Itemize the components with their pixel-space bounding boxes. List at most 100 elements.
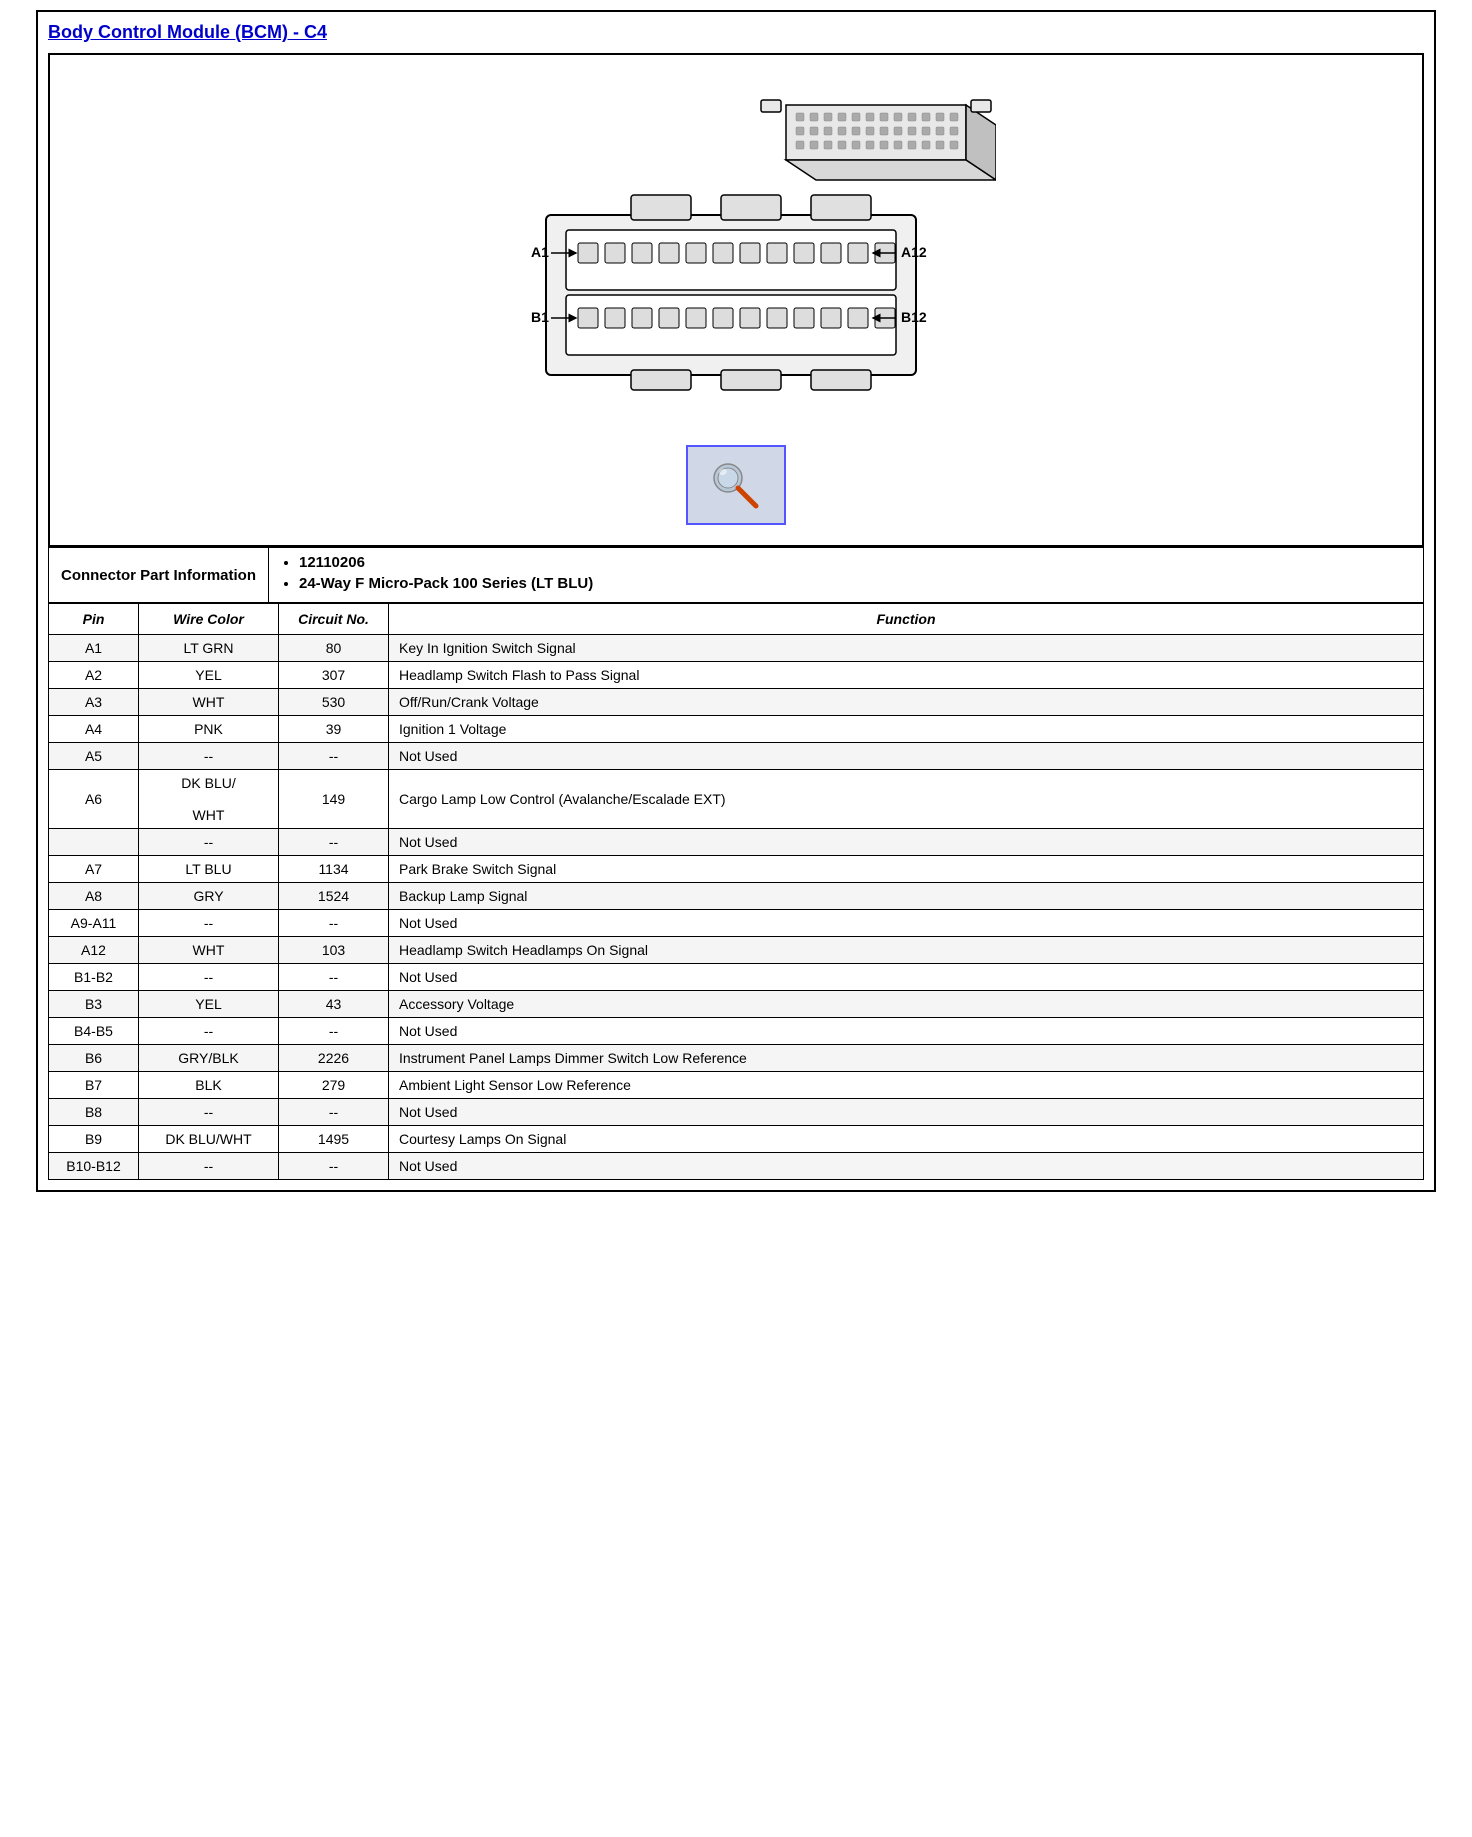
function-cell: Instrument Panel Lamps Dimmer Switch Low… (389, 1045, 1424, 1072)
table-row: A3 WHT 530 Off/Run/Crank Voltage (49, 689, 1424, 716)
pin-cell: A5 (49, 743, 139, 770)
pin-cell: A4 (49, 716, 139, 743)
header-circuit-no: Circuit No. (279, 604, 389, 635)
pin-table: Pin Wire Color Circuit No. Function A1 L… (48, 603, 1424, 1180)
pin-cell: A9-A11 (49, 910, 139, 937)
table-row: B10-B12 -- -- Not Used (49, 1153, 1424, 1180)
wire-color-cell: DK BLU/ WHT (139, 770, 279, 829)
function-cell: Ignition 1 Voltage (389, 716, 1424, 743)
pin-cell: A8 (49, 883, 139, 910)
circuit-no-cell: 2226 (279, 1045, 389, 1072)
circuit-no-cell: 103 (279, 937, 389, 964)
pin-cell: B10-B12 (49, 1153, 139, 1180)
table-row: A6 DK BLU/ WHT 149 Cargo Lamp Low Contro… (49, 770, 1424, 829)
function-cell: Not Used (389, 829, 1424, 856)
table-row: A7 LT BLU 1134 Park Brake Switch Signal (49, 856, 1424, 883)
circuit-no-cell: -- (279, 1018, 389, 1045)
circuit-no-cell: -- (279, 910, 389, 937)
wire-color-cell: LT GRN (139, 635, 279, 662)
connector-part-label: Connector Part Information (49, 548, 269, 603)
svg-text:A1: A1 (531, 244, 549, 260)
magnifier-icon (706, 458, 766, 513)
wire-color-cell: -- (139, 1153, 279, 1180)
table-row: B6 GRY/BLK 2226 Instrument Panel Lamps D… (49, 1045, 1424, 1072)
magnifier-button[interactable] (686, 445, 786, 525)
page-container: Body Control Module (BCM) - C4 (36, 10, 1436, 1192)
wire-color-cell: GRY (139, 883, 279, 910)
pin-cell: B4-B5 (49, 1018, 139, 1045)
pin-cell: B8 (49, 1099, 139, 1126)
circuit-no-cell: -- (279, 743, 389, 770)
wire-color-cell: -- (139, 964, 279, 991)
wire-color-cell: -- (139, 1099, 279, 1126)
wire-color-cell: LT BLU (139, 856, 279, 883)
function-cell: Not Used (389, 964, 1424, 991)
table-row: A8 GRY 1524 Backup Lamp Signal (49, 883, 1424, 910)
function-cell: Accessory Voltage (389, 991, 1424, 1018)
pin-cell: A3 (49, 689, 139, 716)
circuit-no-cell: 149 (279, 770, 389, 829)
function-cell: Cargo Lamp Low Control (Avalanche/Escala… (389, 770, 1424, 829)
wire-color-cell: -- (139, 743, 279, 770)
circuit-no-cell: 39 (279, 716, 389, 743)
wire-color-cell: -- (139, 1018, 279, 1045)
svg-text:B12: B12 (901, 309, 927, 325)
table-row: B3 YEL 43 Accessory Voltage (49, 991, 1424, 1018)
pin-cell: B6 (49, 1045, 139, 1072)
connector-info-list: 12110206 24-Way F Micro-Pack 100 Series … (279, 554, 1413, 592)
function-cell: Park Brake Switch Signal (389, 856, 1424, 883)
wire-color-cell: PNK (139, 716, 279, 743)
circuit-no-cell: -- (279, 964, 389, 991)
pin-cell: B3 (49, 991, 139, 1018)
pin-cell: B9 (49, 1126, 139, 1153)
connector-info-cell: 12110206 24-Way F Micro-Pack 100 Series … (269, 548, 1424, 603)
function-cell: Backup Lamp Signal (389, 883, 1424, 910)
wire-color-cell: WHT (139, 937, 279, 964)
header-wire-color: Wire Color (139, 604, 279, 635)
function-cell: Courtesy Lamps On Signal (389, 1126, 1424, 1153)
function-cell: Key In Ignition Switch Signal (389, 635, 1424, 662)
table-row: B8 -- -- Not Used (49, 1099, 1424, 1126)
circuit-no-cell: 1134 (279, 856, 389, 883)
table-row: B9 DK BLU/WHT 1495 Courtesy Lamps On Sig… (49, 1126, 1424, 1153)
page-title: Body Control Module (BCM) - C4 (48, 22, 1424, 43)
table-row: B7 BLK 279 Ambient Light Sensor Low Refe… (49, 1072, 1424, 1099)
function-cell: Not Used (389, 743, 1424, 770)
function-cell: Headlamp Switch Headlamps On Signal (389, 937, 1424, 964)
circuit-no-cell: 307 (279, 662, 389, 689)
function-cell: Not Used (389, 1099, 1424, 1126)
connector-info-table: Connector Part Information 12110206 24-W… (48, 547, 1424, 603)
header-pin: Pin (49, 604, 139, 635)
wire-color-cell: -- (139, 910, 279, 937)
circuit-no-cell: -- (279, 1153, 389, 1180)
pin-cell: A7 (49, 856, 139, 883)
circuit-no-cell: 43 (279, 991, 389, 1018)
pin-cell (49, 829, 139, 856)
function-cell: Not Used (389, 1018, 1424, 1045)
diagram-area: A1 A12 B1 B12 (48, 53, 1424, 547)
circuit-no-cell: -- (279, 829, 389, 856)
circuit-no-cell: 80 (279, 635, 389, 662)
connector-part-number-1: 12110206 (299, 554, 1413, 571)
table-row: B4-B5 -- -- Not Used (49, 1018, 1424, 1045)
function-cell: Ambient Light Sensor Low Reference (389, 1072, 1424, 1099)
wire-color-cell: WHT (139, 689, 279, 716)
table-row: A9-A11 -- -- Not Used (49, 910, 1424, 937)
svg-text:B1: B1 (531, 309, 549, 325)
pin-cell: A1 (49, 635, 139, 662)
wire-color-cell: BLK (139, 1072, 279, 1099)
wire-color-cell: YEL (139, 991, 279, 1018)
pin-cell: B7 (49, 1072, 139, 1099)
pin-cell: A6 (49, 770, 139, 829)
header-function: Function (389, 604, 1424, 635)
circuit-no-cell: 279 (279, 1072, 389, 1099)
function-cell: Off/Run/Crank Voltage (389, 689, 1424, 716)
table-row: A2 YEL 307 Headlamp Switch Flash to Pass… (49, 662, 1424, 689)
wire-color-cell: DK BLU/WHT (139, 1126, 279, 1153)
circuit-no-cell: 1495 (279, 1126, 389, 1153)
table-row: A4 PNK 39 Ignition 1 Voltage (49, 716, 1424, 743)
table-row: A5 -- -- Not Used (49, 743, 1424, 770)
pin-cell: B1-B2 (49, 964, 139, 991)
wire-color-cell: YEL (139, 662, 279, 689)
circuit-no-cell: -- (279, 1099, 389, 1126)
